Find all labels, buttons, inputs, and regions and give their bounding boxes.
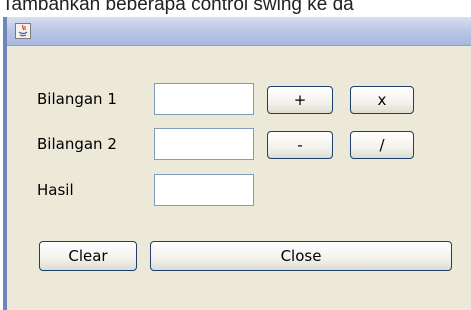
bilangan-1-label: Bilangan 1 xyxy=(37,90,117,108)
bilangan-2-field[interactable] xyxy=(154,128,254,160)
bilangan-1-field[interactable] xyxy=(154,83,254,115)
java-icon xyxy=(15,23,31,39)
subtract-button[interactable]: - xyxy=(267,131,333,159)
clear-button[interactable]: Clear xyxy=(39,241,137,271)
bilangan-2-label: Bilangan 2 xyxy=(37,135,117,153)
app-window: Bilangan 1 + x Bilangan 2 - / Hasil Clea… xyxy=(3,17,471,310)
close-button[interactable]: Close xyxy=(150,241,452,271)
title-bar[interactable] xyxy=(7,17,471,46)
hasil-label: Hasil xyxy=(37,181,74,199)
divide-button[interactable]: / xyxy=(350,131,414,159)
page-caption-text: Tambahkan beberapa control swing ke da xyxy=(2,0,354,15)
hasil-field[interactable] xyxy=(154,174,254,206)
multiply-button[interactable]: x xyxy=(350,86,414,114)
add-button[interactable]: + xyxy=(267,86,333,114)
